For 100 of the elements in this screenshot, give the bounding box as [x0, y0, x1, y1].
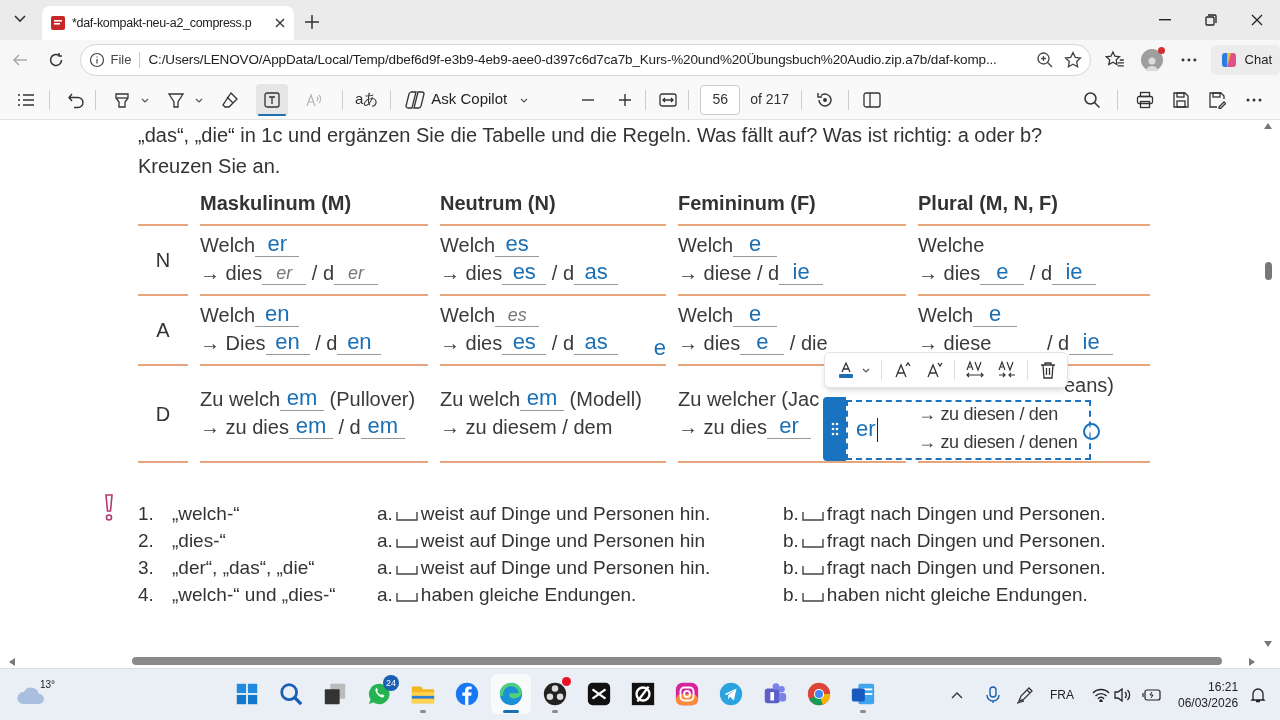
printed-text: / d: [310, 261, 335, 286]
scroll-up-icon[interactable]: [1264, 122, 1272, 130]
star-icon[interactable]: [1064, 51, 1083, 69]
printed-text: → zu diesem / dem: [440, 414, 613, 440]
restore-icon: [1205, 14, 1217, 26]
wifi-icon[interactable]: [1092, 688, 1110, 702]
page-number-field[interactable]: 56: [700, 84, 741, 115]
typed-answer: e: [653, 336, 666, 360]
option-text: weist auf Dinge und Personen hin: [420, 529, 705, 553]
pen-icon[interactable]: [1016, 686, 1034, 704]
typed-answer: en: [255, 302, 300, 327]
typed-answer: em: [360, 413, 405, 439]
page-view-icon[interactable]: [863, 91, 882, 108]
translate-icon[interactable]: aあ: [355, 88, 379, 111]
printed-text: / d: [337, 414, 361, 440]
microphone-icon[interactable]: [986, 686, 1000, 704]
condense-spacing-icon[interactable]: [997, 360, 1017, 380]
notification-badge: 24: [383, 675, 399, 691]
temperature-label[interactable]: 13°: [40, 677, 56, 705]
paragraph-text: „das“, „die“ in 1c und ergänzen Sie die Tabelle und die Regeln. Was fällt auf? Was ist richtig: a oder b?: [138, 123, 1043, 148]
more-icon[interactable]: [1246, 97, 1262, 102]
option-label: b.: [783, 583, 799, 607]
text-color-icon[interactable]: [837, 361, 855, 379]
delete-icon[interactable]: [1040, 361, 1056, 379]
option-label: a.: [377, 529, 393, 553]
typed-answer: e: [733, 302, 778, 327]
typed-answer: em: [280, 385, 325, 411]
eraser-icon: [221, 90, 239, 109]
scrollbar-thumb[interactable]: [132, 657, 1222, 665]
option-text: fragt nach Dingen und Personen.: [826, 529, 1106, 553]
fit-width-icon[interactable]: [659, 92, 678, 107]
list-number: 2.: [138, 529, 155, 553]
handwritten-answer: er: [334, 262, 379, 285]
printed-text: → zu dies: [200, 414, 289, 440]
page-count: of 217: [750, 90, 790, 109]
more-icon[interactable]: [1180, 58, 1197, 62]
save-as-icon[interactable]: [1208, 90, 1226, 109]
printed-text: / die: [788, 331, 828, 356]
battery-icon[interactable]: [1142, 689, 1162, 701]
person-icon: [1143, 55, 1160, 71]
decrease-font-icon[interactable]: [926, 361, 944, 379]
task-view-icon: [322, 681, 348, 707]
printed-text: / d: [1028, 261, 1053, 286]
ask-copilot-button[interactable]: Ask Copilot: [399, 84, 536, 115]
info-icon: [88, 52, 105, 68]
clock[interactable]: 16:21 06/03/2026: [1178, 679, 1239, 711]
column-header: Maskulinum (M): [200, 191, 352, 216]
typed-answer: e: [733, 232, 778, 257]
typed-answer: e: [980, 260, 1025, 285]
notification-bell-icon[interactable]: [1250, 687, 1267, 703]
search-icon: [278, 681, 304, 707]
search-icon[interactable]: [1083, 90, 1101, 109]
scroll-right-icon[interactable]: [1248, 658, 1256, 666]
pdf-file-icon: [50, 15, 66, 31]
profile-avatar[interactable]: [1140, 49, 1163, 71]
row-label: N: [155, 248, 171, 273]
favorites-icon[interactable]: [1105, 50, 1125, 70]
refresh-icon: [47, 52, 64, 68]
zoom-icon[interactable]: [1036, 51, 1055, 69]
printed-text: → zu diesen / denen: [918, 430, 1078, 454]
scroll-down-icon[interactable]: [1264, 640, 1272, 648]
typed-answer: er: [766, 413, 811, 439]
increase-font-icon[interactable]: [894, 361, 912, 379]
printed-text: → dies: [440, 261, 503, 286]
typed-answer: as: [574, 330, 619, 355]
list-number: 4.: [138, 583, 155, 607]
scroll-left-icon[interactable]: [8, 658, 16, 666]
contents-list-icon[interactable]: [17, 92, 35, 107]
expand-spacing-icon[interactable]: [965, 360, 985, 380]
printed-text: → dies: [440, 331, 503, 356]
back-arrow-icon: [11, 52, 28, 68]
save-icon[interactable]: [1172, 90, 1190, 109]
printed-text: / d: [314, 331, 338, 356]
copilot-logo-icon: [405, 89, 426, 110]
typed-answer: em: [520, 385, 565, 411]
zoom-in-icon[interactable]: [618, 92, 633, 107]
option-text: fragt nach Dingen und Personen.: [826, 502, 1106, 526]
resize-handle[interactable]: [1083, 423, 1100, 440]
browser-tab[interactable]: *daf-kompakt-neu-a2_compress.p: [42, 6, 294, 40]
rule-term: „dies-“: [172, 529, 227, 553]
option-label: b.: [783, 529, 799, 553]
typed-answer: en: [265, 330, 310, 355]
list-number: 3.: [138, 556, 155, 580]
print-icon[interactable]: [1136, 90, 1154, 109]
chat-button[interactable]: Chat: [1210, 45, 1280, 75]
taskbar-app[interactable]: 24: [359, 674, 399, 714]
printed-text: (Pullover): [328, 386, 416, 412]
text-box-field[interactable]: er: [850, 414, 910, 446]
printed-text: → dies: [200, 261, 263, 286]
drag-handle[interactable]: [823, 397, 846, 461]
address-field[interactable]: File C:/Users/LENOVO/AppData/Local/Temp/dbef6d9f-e3b9-4eb9-aee0-d397c6d7ca7b_Kurs-%20und%20Übungsbuch%20Audio.zip.a7b/daf-komp...: [79, 44, 1092, 76]
rotate-icon[interactable]: [816, 90, 835, 109]
typed-answer: er: [255, 232, 300, 257]
volume-icon[interactable]: [1114, 687, 1132, 703]
language-indicator[interactable]: FRA: [1050, 686, 1074, 704]
printed-text: Welch: [918, 303, 974, 328]
scrollbar-thumb[interactable]: [1265, 262, 1272, 280]
handwritten-answer: es: [495, 304, 540, 327]
text-box-tool[interactable]: [256, 83, 288, 116]
option-label: a.: [377, 556, 393, 580]
